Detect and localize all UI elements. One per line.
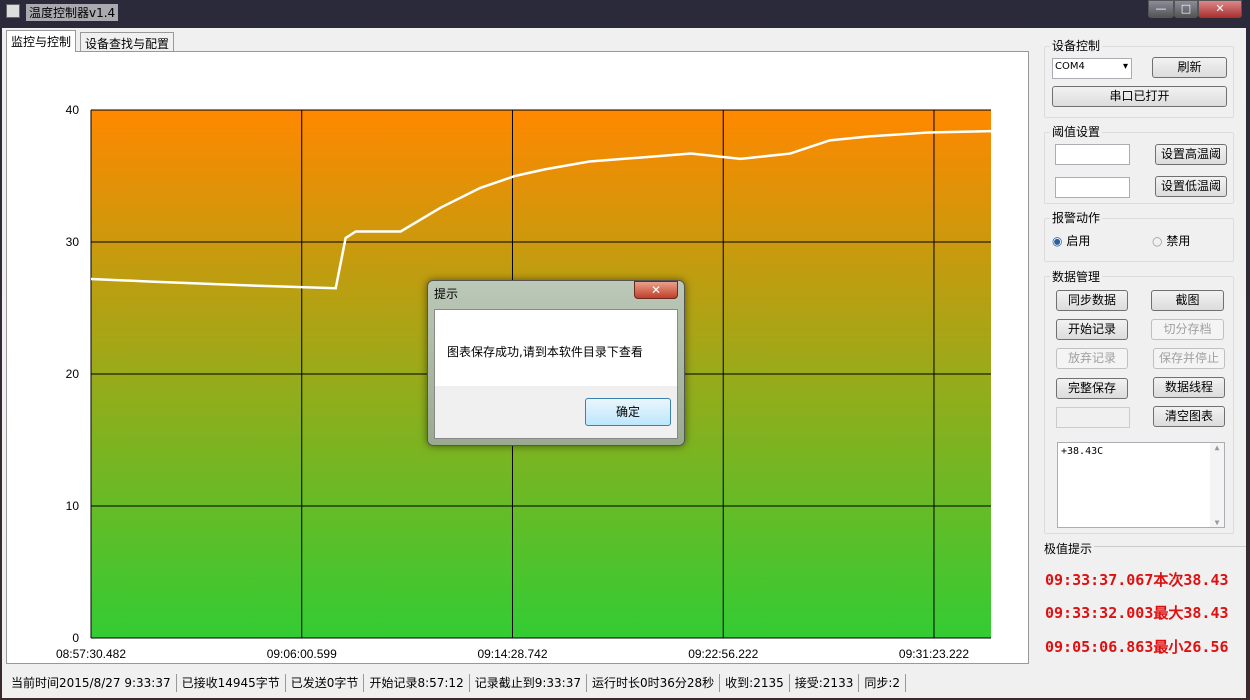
- scrollbar[interactable]: ▲ ▼: [1210, 443, 1224, 527]
- dialog-title: 提示: [434, 287, 459, 301]
- status-item: 开始记录8:57:12: [364, 674, 470, 692]
- refresh-button[interactable]: 刷新: [1152, 57, 1227, 78]
- full-save-button[interactable]: 完整保存: [1056, 378, 1128, 399]
- screenshot-button[interactable]: 截图: [1151, 290, 1224, 311]
- status-item: 记录截止到9:33:37: [470, 674, 587, 692]
- data-thread-button[interactable]: 数据线程: [1153, 377, 1225, 398]
- sync-data-button[interactable]: 同步数据: [1056, 290, 1128, 311]
- status-item: 已接收14945字节: [177, 674, 286, 692]
- log-text: +38.43C: [1061, 446, 1104, 457]
- high-threshold-input[interactable]: [1055, 144, 1130, 165]
- com-port-select[interactable]: COM4 ▾: [1052, 58, 1132, 79]
- alarm-label: 报警动作: [1050, 209, 1103, 226]
- extremes-label: 极值提示: [1042, 540, 1095, 557]
- data-management-label: 数据管理: [1050, 268, 1103, 285]
- status-bar: 当前时间2015/8/27 9:33:37 已接收14945字节 已发送0字节 开始记…: [6, 671, 1244, 695]
- current-value-text: 09:33:37.067本次38.43: [1045, 571, 1229, 589]
- x-tick-label: 09:22:56.222: [688, 647, 758, 661]
- app-window: 温度控制器v1.4 — □ ✕ 监控与控制 设备查找与配置 0 10 20 30 40 0…: [0, 0, 1250, 700]
- status-item: 当前时间2015/8/27 9:33:37: [6, 674, 177, 692]
- alarm-enable-label: 启用: [1066, 234, 1091, 248]
- low-threshold-input[interactable]: [1055, 177, 1130, 198]
- dialog-close-button[interactable]: ✕: [634, 281, 678, 299]
- scroll-up-icon: ▲: [1214, 443, 1220, 452]
- x-tick-label: 09:31:23.222: [899, 647, 969, 661]
- tab-device-config[interactable]: 设备查找与配置: [80, 32, 175, 52]
- radio-checked-icon: ◉: [1052, 234, 1063, 248]
- status-item: 运行时长0时36分28秒: [587, 674, 721, 692]
- title-bar: 温度控制器v1.4 — □ ✕: [0, 0, 1250, 26]
- x-tick-label: 08:57:30.482: [56, 647, 126, 661]
- app-icon: [6, 4, 20, 18]
- save-stop-button[interactable]: 保存并停止: [1153, 348, 1225, 369]
- window-title: 温度控制器v1.4: [26, 4, 119, 21]
- alarm-disable-label: 禁用: [1166, 234, 1191, 248]
- chevron-down-icon: ▾: [1122, 61, 1128, 72]
- y-tick-label: 40: [66, 103, 80, 117]
- y-tick-label: 20: [66, 367, 80, 381]
- y-tick-label: 0: [72, 631, 79, 645]
- close-button[interactable]: ✕: [1198, 0, 1242, 18]
- threshold-label: 阈值设置: [1050, 123, 1103, 140]
- com-port-value: COM4: [1055, 61, 1085, 72]
- discard-record-button[interactable]: 放弃记录: [1056, 348, 1128, 369]
- y-tick-label: 30: [66, 235, 80, 249]
- set-low-threshold-button[interactable]: 设置低温阈: [1155, 176, 1227, 197]
- status-field[interactable]: [1056, 407, 1130, 428]
- min-value-text: 09:05:06.863最小26.56: [1045, 638, 1229, 656]
- minimize-button[interactable]: —: [1148, 0, 1174, 18]
- max-value-text: 09:33:32.003最大38.43: [1045, 604, 1229, 622]
- radio-unchecked-icon: ○: [1152, 234, 1163, 248]
- message-dialog: 提示 ✕ 图表保存成功,请到本软件目录下查看 确定: [427, 280, 685, 446]
- scroll-down-icon: ▼: [1214, 518, 1220, 527]
- y-tick-label: 10: [66, 499, 80, 513]
- dialog-ok-button[interactable]: 确定: [585, 398, 671, 426]
- status-item: 收到:2135: [720, 674, 790, 692]
- alarm-disable-radio[interactable]: ○ 禁用: [1152, 232, 1190, 249]
- status-item: 同步:2: [859, 674, 907, 692]
- maximize-button[interactable]: □: [1174, 0, 1198, 18]
- tab-monitor-control[interactable]: 监控与控制: [6, 30, 77, 52]
- device-control-label: 设备控制: [1050, 37, 1103, 54]
- alarm-enable-radio[interactable]: ◉ 启用: [1052, 232, 1090, 249]
- dialog-body: 图表保存成功,请到本软件目录下查看 确定: [434, 309, 678, 439]
- start-record-button[interactable]: 开始记录: [1056, 319, 1128, 340]
- status-item: 已发送0字节: [286, 674, 365, 692]
- x-tick-label: 09:14:28.742: [477, 647, 547, 661]
- dialog-message: 图表保存成功,请到本软件目录下查看: [435, 310, 677, 386]
- port-toggle-button[interactable]: 串口已打开: [1052, 86, 1227, 107]
- clear-chart-button[interactable]: 清空图表: [1153, 406, 1225, 427]
- data-log-textarea[interactable]: +38.43C ▲ ▼: [1057, 442, 1225, 528]
- split-save-button[interactable]: 切分存档: [1151, 319, 1224, 340]
- set-high-threshold-button[interactable]: 设置高温阈: [1155, 144, 1227, 165]
- x-tick-label: 09:06:00.599: [267, 647, 337, 661]
- status-item: 接受:2133: [790, 674, 860, 692]
